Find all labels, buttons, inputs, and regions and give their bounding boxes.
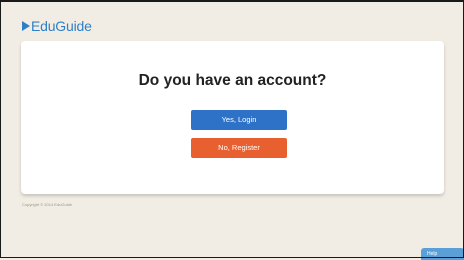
login-button[interactable]: Yes, Login <box>191 110 287 130</box>
eduguide-logo[interactable]: EduGuide <box>22 18 92 34</box>
play-triangle-icon <box>22 21 30 31</box>
copyright-text: Copyright © 2014 EduGuide <box>22 202 73 207</box>
account-card: Do you have an account? Yes, Login No, R… <box>21 41 444 194</box>
register-button[interactable]: No, Register <box>191 138 287 158</box>
brand-name: EduGuide <box>31 18 92 34</box>
help-tab[interactable]: Help <box>421 248 464 260</box>
account-question: Do you have an account? <box>138 72 327 89</box>
